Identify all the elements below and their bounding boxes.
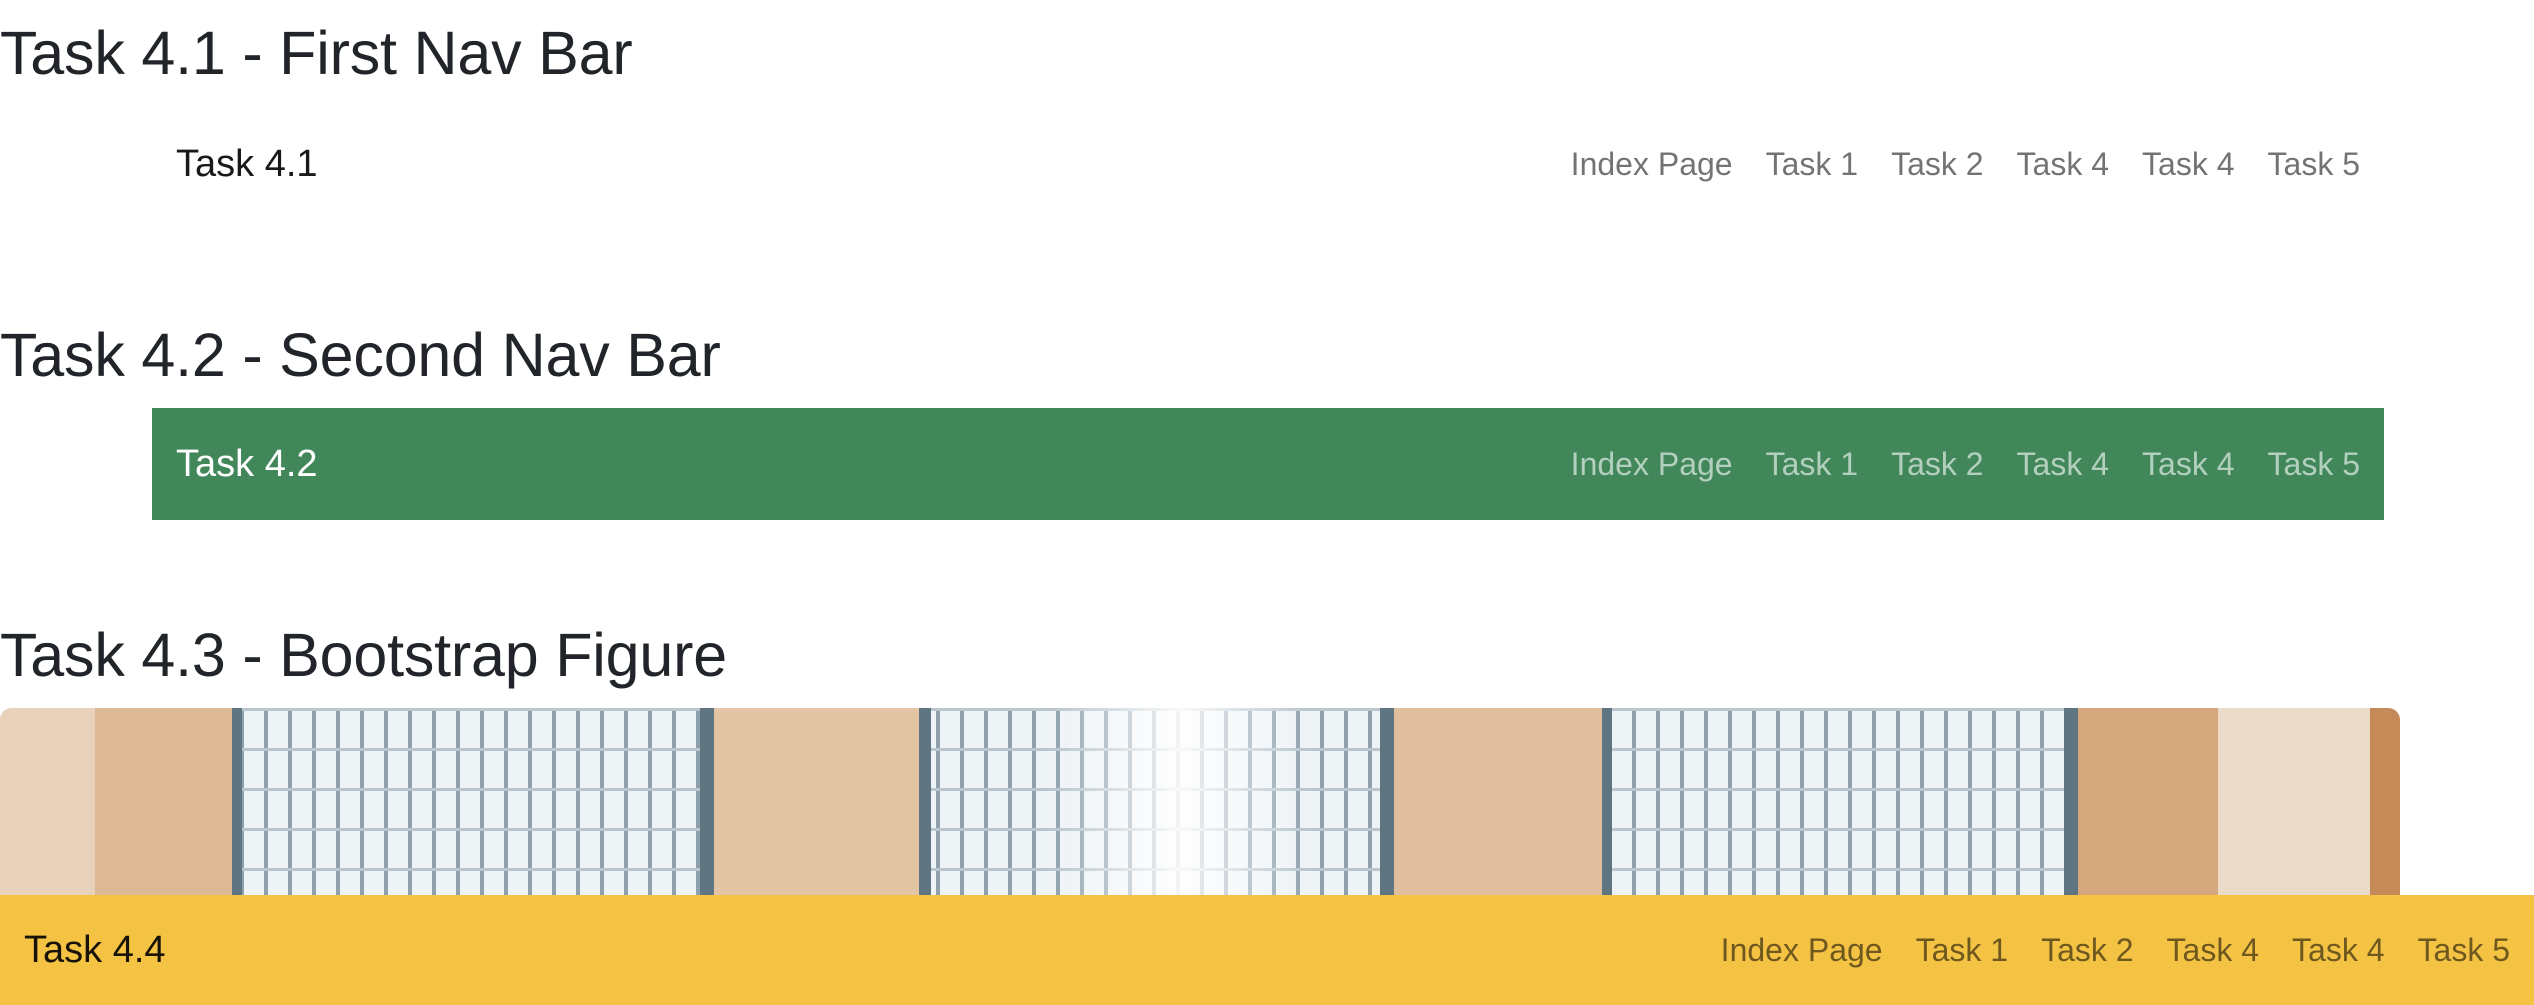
nav-link-task-2[interactable]: Task 2 — [1891, 446, 1983, 483]
nav-link-task-1[interactable]: Task 1 — [1916, 932, 2008, 969]
nav-link-index-page[interactable]: Index Page — [1571, 146, 1733, 183]
nav-link-index-page[interactable]: Index Page — [1571, 446, 1733, 483]
second-navbar: Task 4.2 Index Page Task 1 Task 2 Task 4… — [152, 408, 2384, 520]
nav-link-task-4[interactable]: Task 4 — [2017, 446, 2109, 483]
nav-link-task-4-second[interactable]: Task 4 — [2142, 446, 2234, 483]
nav-link-task-2[interactable]: Task 2 — [2041, 932, 2133, 969]
navbar-brand[interactable]: Task 4.2 — [176, 443, 318, 486]
nav-link-task-4-second[interactable]: Task 4 — [2142, 146, 2234, 183]
nav-link-task-4[interactable]: Task 4 — [2017, 146, 2109, 183]
navbar-links: Index Page Task 1 Task 2 Task 4 Task 4 T… — [1571, 446, 2360, 483]
nav-link-task-2[interactable]: Task 2 — [1891, 146, 1983, 183]
nav-link-task-4[interactable]: Task 4 — [2167, 932, 2259, 969]
navbar-links: Index Page Task 1 Task 2 Task 4 Task 4 T… — [1721, 932, 2510, 969]
navbar-links: Index Page Task 1 Task 2 Task 4 Task 4 T… — [1571, 146, 2360, 183]
nav-link-task-1[interactable]: Task 1 — [1766, 146, 1858, 183]
nav-link-index-page[interactable]: Index Page — [1721, 932, 1883, 969]
nav-link-task-5[interactable]: Task 5 — [2268, 146, 2360, 183]
nav-link-task-4-second[interactable]: Task 4 — [2292, 932, 2384, 969]
yellow-fixed-bottom-navbar: Task 4.4 Index Page Task 1 Task 2 Task 4… — [0, 895, 2534, 1005]
first-navbar: Task 4.1 Index Page Task 1 Task 2 Task 4… — [152, 128, 2384, 200]
task-4-2-heading: Task 4.2 - Second Nav Bar — [0, 321, 721, 389]
task-4-1-heading: Task 4.1 - First Nav Bar — [0, 19, 633, 87]
page: Task 4.1 - First Nav Bar Task 4.1 Index … — [0, 0, 2534, 1005]
nav-link-task-1[interactable]: Task 1 — [1766, 446, 1858, 483]
task-4-3-heading: Task 4.3 - Bootstrap Figure — [0, 621, 727, 689]
navbar-brand[interactable]: Task 4.4 — [24, 929, 166, 972]
navbar-brand[interactable]: Task 4.1 — [176, 143, 318, 186]
nav-link-task-5[interactable]: Task 5 — [2268, 446, 2360, 483]
nav-link-task-5[interactable]: Task 5 — [2418, 932, 2510, 969]
